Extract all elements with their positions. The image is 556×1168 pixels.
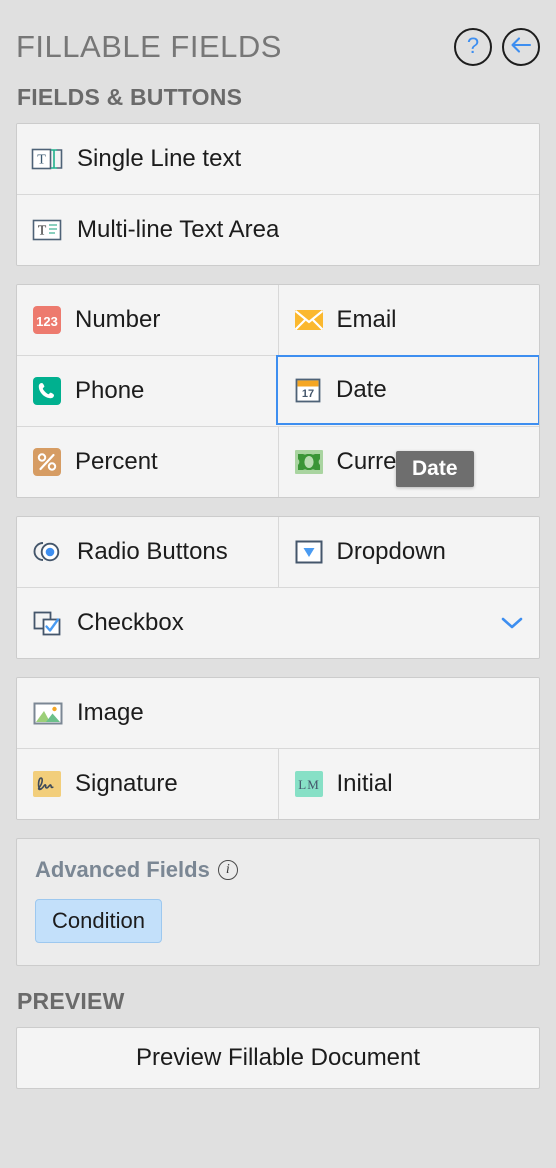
fields-buttons-heading: FIELDS & BUTTONS xyxy=(17,84,243,110)
banknote-icon xyxy=(293,446,325,478)
page-title: FILLABLE FIELDS xyxy=(16,29,282,64)
field-checkbox[interactable]: Checkbox xyxy=(17,588,539,658)
field-label: Number xyxy=(75,306,161,333)
field-label: Email xyxy=(336,306,397,333)
data-fields-group: 123 Number Email Phone 17 Date Percent C… xyxy=(16,284,540,498)
fillable-fields-panel: FILLABLE FIELDS ? FIELDS & BUTTONS T Sin… xyxy=(0,0,556,1168)
advanced-fields-section: Advanced Fields i Condition xyxy=(16,838,540,966)
field-label: Phone xyxy=(75,377,145,404)
image-icon xyxy=(31,698,65,728)
field-radio-buttons[interactable]: Radio Buttons xyxy=(17,517,278,587)
preview-fillable-document-button[interactable]: Preview Fillable Document xyxy=(16,1027,540,1089)
field-row: Radio Buttons Dropdown xyxy=(17,517,539,587)
dropdown-caret-icon xyxy=(293,537,325,567)
advanced-fields-title-row: Advanced Fields i xyxy=(35,857,521,883)
field-row: 123 Number Email xyxy=(17,285,539,355)
back-arrow-icon xyxy=(510,36,532,59)
field-currency[interactable]: Currency xyxy=(277,427,539,497)
field-label: Checkbox xyxy=(77,609,184,636)
field-date[interactable]: 17 Date xyxy=(276,355,539,425)
field-row: Phone 17 Date xyxy=(17,355,539,426)
svg-text:T: T xyxy=(37,153,46,168)
media-fields-group: Image Signature LM Initial xyxy=(16,677,540,820)
choice-fields-group: Radio Buttons Dropdown Checkbox xyxy=(16,516,540,659)
field-row: Signature LM Initial xyxy=(17,748,539,819)
field-single-line-text[interactable]: T Single Line text xyxy=(17,124,539,194)
single-line-text-icon: T xyxy=(31,144,65,174)
field-label: Date xyxy=(336,376,387,403)
field-label: Currency xyxy=(336,448,434,475)
field-label: Signature xyxy=(75,770,178,797)
field-label: Multi-line Text Area xyxy=(77,216,280,243)
field-row: Image xyxy=(17,678,539,748)
calendar-icon: 17 xyxy=(292,374,324,406)
text-fields-group: T Single Line text T Multi-line Text Are… xyxy=(16,123,540,266)
multi-line-text-icon: T xyxy=(31,215,65,245)
field-row: Percent Currency xyxy=(17,426,539,497)
field-image[interactable]: Image xyxy=(17,678,539,748)
svg-text:17: 17 xyxy=(302,388,314,400)
checkbox-icon xyxy=(31,608,65,638)
field-percent[interactable]: Percent xyxy=(17,427,278,497)
field-label: Image xyxy=(77,699,144,726)
percent-icon xyxy=(31,446,63,478)
help-button[interactable]: ? xyxy=(454,28,492,66)
number-123-icon: 123 xyxy=(31,304,63,336)
field-number[interactable]: 123 Number xyxy=(17,285,278,355)
field-multi-line-text[interactable]: T Multi-line Text Area xyxy=(17,195,539,265)
field-initial[interactable]: LM Initial xyxy=(277,749,539,819)
field-dropdown[interactable]: Dropdown xyxy=(277,517,539,587)
field-label: Radio Buttons xyxy=(77,538,228,565)
field-phone[interactable]: Phone xyxy=(17,356,277,426)
field-label: Initial xyxy=(336,770,393,797)
field-row: T Multi-line Text Area xyxy=(17,194,539,265)
svg-text:T: T xyxy=(38,224,47,239)
field-label: Dropdown xyxy=(336,538,446,565)
phone-icon xyxy=(31,375,63,407)
field-row: Checkbox xyxy=(17,587,539,658)
advanced-fields-title: Advanced Fields xyxy=(35,857,210,882)
field-label: Percent xyxy=(75,448,158,475)
field-signature[interactable]: Signature xyxy=(17,749,278,819)
svg-text:LM: LM xyxy=(298,777,320,792)
question-mark-icon: ? xyxy=(466,33,480,58)
initial-lm-icon: LM xyxy=(293,768,325,800)
svg-text:123: 123 xyxy=(36,314,58,329)
panel-header: FILLABLE FIELDS ? xyxy=(16,0,540,80)
field-row: T Single Line text xyxy=(17,124,539,194)
radio-button-icon xyxy=(31,537,65,567)
signature-icon xyxy=(31,768,63,800)
chevron-down-icon[interactable] xyxy=(499,614,525,632)
header-actions: ? xyxy=(454,28,540,66)
condition-chip[interactable]: Condition xyxy=(35,899,162,943)
field-label: Single Line text xyxy=(77,145,242,172)
envelope-icon xyxy=(293,304,325,336)
preview-heading: PREVIEW xyxy=(17,988,125,1014)
back-button[interactable] xyxy=(502,28,540,66)
info-icon[interactable]: i xyxy=(217,860,238,880)
field-email[interactable]: Email xyxy=(277,285,539,355)
